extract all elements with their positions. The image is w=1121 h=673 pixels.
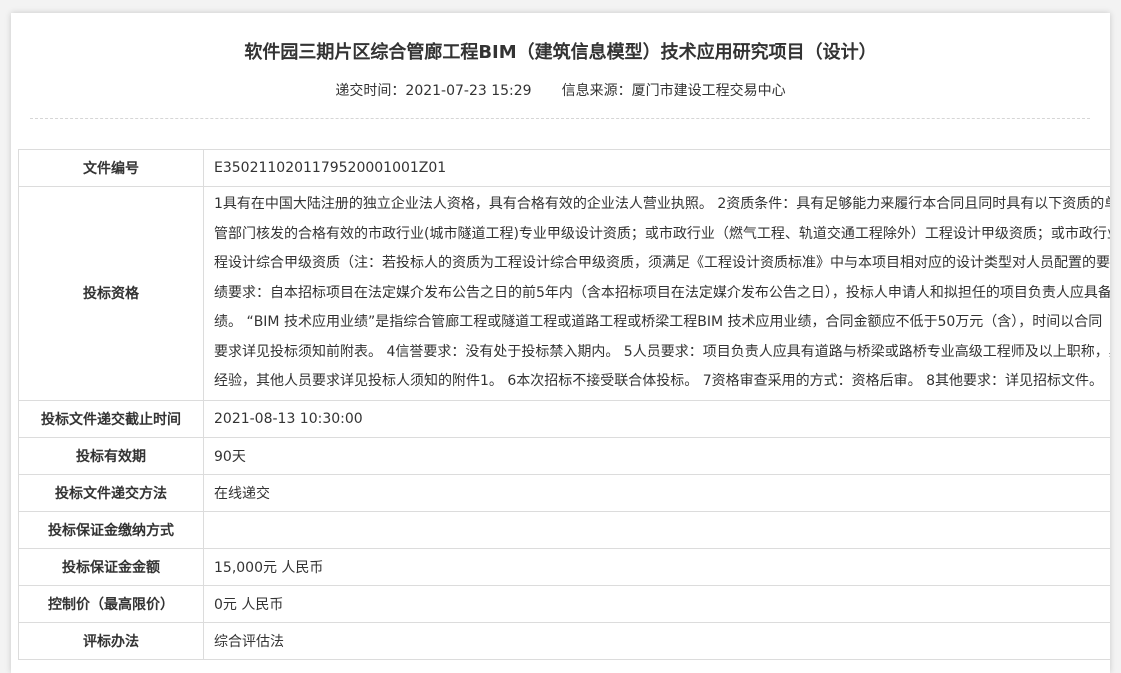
table-row: 文件编号 E3502110201179520001001Z01 — [18, 149, 1110, 187]
submit-time-value: 2021-07-23 15:29 — [405, 83, 532, 99]
source-label: 信息来源： — [561, 83, 632, 99]
validity-label: 投标有效期 — [18, 436, 204, 475]
dashed-divider — [30, 118, 1090, 119]
table-row: 投标保证金金额 15,000元 人民币 — [18, 547, 1110, 586]
qualification-line: 1具有在中国大陆注册的独立企业法人资格，具有合格有效的企业法人营业执照。 2资质… — [214, 196, 1110, 212]
table-row: 评标办法 综合评估法 — [18, 621, 1110, 660]
eval-method-label: 评标办法 — [18, 621, 204, 660]
meta-line: 递交时间：2021-07-23 15:29 信息来源：厦门市建设工程交易中心 — [11, 80, 1110, 100]
table-row: 控制价（最高限价） 0元 人民币 — [18, 584, 1110, 623]
table-row: 投标保证金缴纳方式 — [18, 510, 1110, 549]
deposit-amount-label: 投标保证金金额 — [18, 547, 204, 586]
qualification-line: 绩。 “BIM 技术应用业绩”是指综合管廊工程或隧道工程或道路工程或桥梁工程BI… — [214, 314, 1103, 330]
table-row: 投标文件递交截止时间 2021-08-13 10:30:00 — [18, 399, 1110, 438]
qualification-line: 管部门核发的合格有效的市政行业(城市隧道工程)专业甲级设计资质；或市政行业（燃气… — [214, 225, 1110, 242]
file-no-value: E3502110201179520001001Z01 — [203, 149, 1110, 187]
page-title: 软件园三期片区综合管廊工程BIM（建筑信息模型）技术应用研究项目（设计） — [244, 42, 877, 63]
qualification-line: 绩要求：自本招标项目在法定媒介发布公告之日的前5年内（含本招标项目在法定媒介发布… — [214, 284, 1110, 301]
control-price-value: 0元 人民币 — [203, 584, 1110, 623]
tender-info-table: 文件编号 E3502110201179520001001Z01 投标资格 1具有… — [18, 149, 1110, 660]
table-row: 投标文件递交方法 在线递交 — [18, 473, 1110, 512]
submit-time-label: 递交时间： — [335, 83, 406, 99]
notice-card: 软件园三期片区综合管廊工程BIM（建筑信息模型）技术应用研究项目（设计） 递交时… — [11, 13, 1110, 673]
qualification-value: 1具有在中国大陆注册的独立企业法人资格，具有合格有效的企业法人营业执照。 2资质… — [203, 186, 1110, 401]
deadline-label: 投标文件递交截止时间 — [18, 399, 204, 438]
submit-method-label: 投标文件递交方法 — [18, 473, 204, 512]
qualification-line: 经验，其他人员要求详见投标人须知的附件1。 6本次招标不接受联合体投标。 7资格… — [214, 373, 1103, 389]
table-row: 投标有效期 90天 — [18, 436, 1110, 475]
table-row: 投标资格 1具有在中国大陆注册的独立企业法人资格，具有合格有效的企业法人营业执照… — [18, 186, 1110, 401]
source-value: 厦门市建设工程交易中心 — [631, 83, 786, 99]
validity-value: 90天 — [203, 436, 1110, 475]
deposit-method-value — [203, 510, 1110, 549]
deposit-method-label: 投标保证金缴纳方式 — [18, 510, 204, 549]
deadline-value: 2021-08-13 10:30:00 — [203, 399, 1110, 438]
qualification-label: 投标资格 — [18, 186, 204, 401]
eval-method-value: 综合评估法 — [203, 621, 1110, 660]
submit-method-value: 在线递交 — [203, 473, 1110, 512]
qualification-line: 要求详见投标须知前附表。 4信誉要求：没有处于投标禁入期内。 5人员要求：项目负… — [214, 343, 1110, 360]
qualification-line: 程设计综合甲级资质（注：若投标人的资质为工程设计综合甲级资质，须满足《工程设计资… — [214, 255, 1110, 271]
control-price-label: 控制价（最高限价） — [18, 584, 204, 623]
file-no-label: 文件编号 — [18, 149, 204, 187]
deposit-amount-value: 15,000元 人民币 — [203, 547, 1110, 586]
